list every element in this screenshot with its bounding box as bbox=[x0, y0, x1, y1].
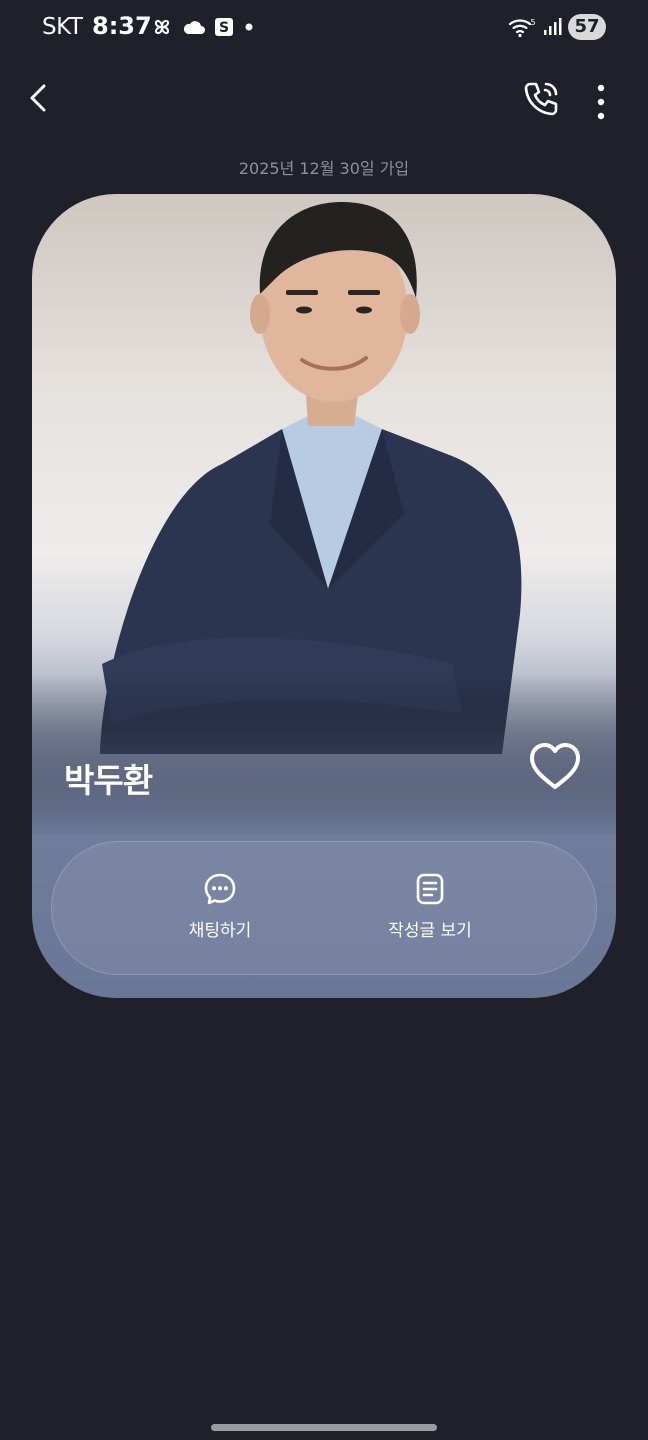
join-date: 2025년 12월 30일 가입 bbox=[238, 159, 410, 178]
home-indicator[interactable] bbox=[211, 1424, 437, 1431]
heart-outline-icon bbox=[530, 743, 580, 789]
chevron-left-icon bbox=[30, 84, 46, 112]
wifi-icon: 5 bbox=[508, 18, 536, 38]
svg-text:S: S bbox=[219, 20, 229, 36]
more-vert-icon bbox=[597, 84, 605, 120]
dot-icon bbox=[245, 23, 253, 31]
chat-button[interactable]: 채팅하기 bbox=[135, 872, 305, 941]
chat-label: 채팅하기 bbox=[188, 921, 252, 941]
cloud-icon bbox=[183, 21, 205, 34]
action-bar: 채팅하기 작성글 보기 bbox=[51, 841, 597, 975]
document-icon bbox=[416, 873, 444, 905]
profile-card: 박두환 채팅하기 작성글 보기 bbox=[32, 194, 616, 998]
back-button[interactable] bbox=[22, 76, 58, 120]
status-time: 8:37 bbox=[92, 12, 152, 40]
carrier-label: SKT bbox=[42, 14, 83, 40]
phone-call-icon bbox=[524, 82, 558, 116]
chat-bubble-icon bbox=[204, 873, 236, 905]
status-bar: SKT 8:37 S 5 57 bbox=[0, 0, 648, 56]
signal-icon bbox=[544, 18, 562, 35]
view-posts-button[interactable]: 작성글 보기 bbox=[345, 872, 515, 941]
profile-name: 박두환 bbox=[64, 761, 153, 800]
favorite-button[interactable] bbox=[528, 742, 582, 792]
s-app-icon: S bbox=[215, 18, 233, 36]
profile-photo[interactable] bbox=[32, 194, 616, 834]
pinwheel-icon bbox=[154, 19, 170, 35]
call-button[interactable] bbox=[520, 76, 564, 120]
svg-text:5: 5 bbox=[530, 18, 535, 27]
app-bar bbox=[0, 70, 648, 126]
view-posts-label: 작성글 보기 bbox=[388, 921, 472, 941]
battery-indicator: 57 bbox=[568, 14, 606, 40]
more-options-button[interactable] bbox=[584, 76, 618, 120]
